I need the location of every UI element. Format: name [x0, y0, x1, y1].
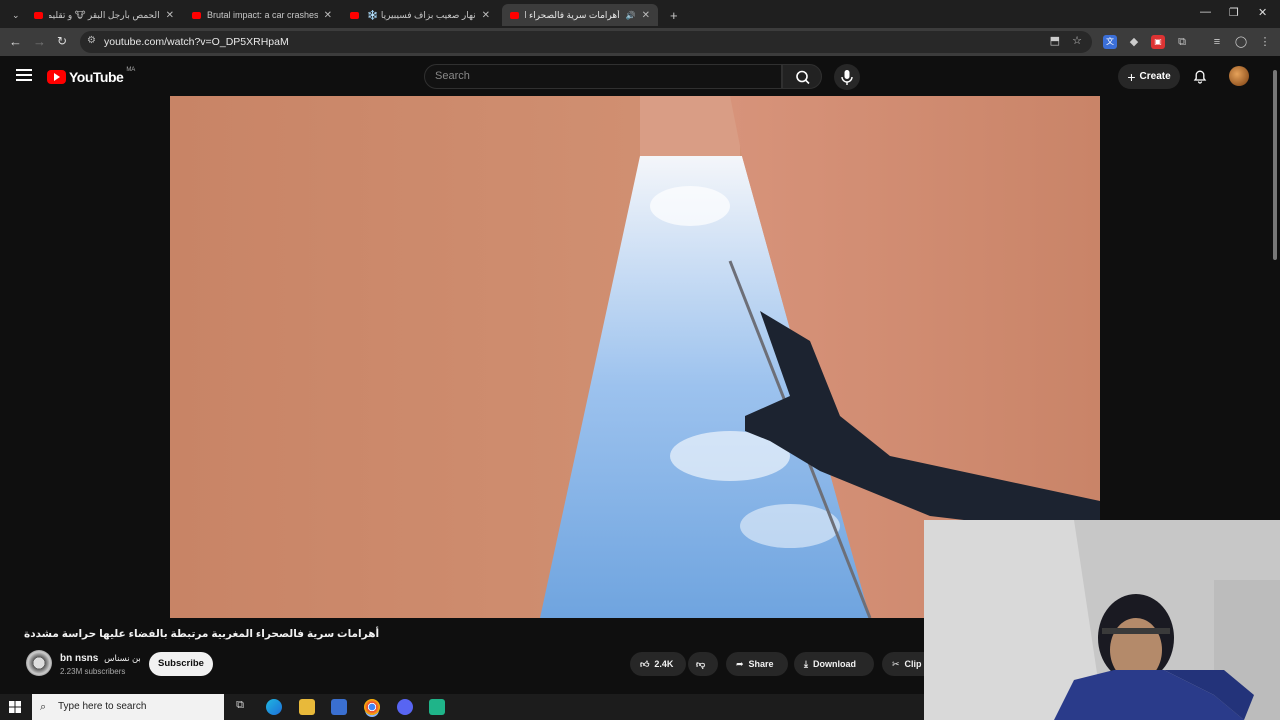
search-icon — [796, 70, 810, 85]
audio-playing-icon[interactable]: 🔊 — [626, 11, 636, 20]
search-input[interactable]: Search — [424, 64, 782, 89]
media-control-icon[interactable]: ≡ — [1210, 35, 1224, 49]
channel-avatar[interactable] — [26, 650, 52, 676]
youtube-play-logo-icon — [47, 70, 66, 84]
restore-icon[interactable]: ❐ — [1229, 6, 1239, 19]
browser-tab-active[interactable]: أهرامات سرية فالصحراء المغ... 🔊 ✕ — [502, 4, 658, 26]
download-button[interactable]: ⤓ Download — [794, 652, 874, 676]
close-tab-icon[interactable]: ✕ — [642, 10, 650, 21]
browser-toolbar: ← → ↻ ⚙ youtube.com/watch?v=O_DP5XRHpaM … — [0, 28, 1280, 56]
like-button[interactable]: 👍︎ 2.4K — [630, 652, 686, 676]
thumbs-down-icon: 👎︎ — [696, 658, 706, 669]
scissors-icon: ✂ — [892, 658, 900, 669]
tab-title: أهرامات سرية فالصحراء المغ... — [525, 9, 620, 20]
windows-taskbar: ⌕ Type here to search ⧉ — [0, 694, 924, 720]
extension-diamond-icon[interactable]: ◆ — [1127, 35, 1141, 49]
clip-label: Clip — [904, 659, 922, 669]
voice-search-button[interactable] — [834, 64, 860, 90]
close-tab-icon[interactable]: ✕ — [166, 10, 174, 21]
user-avatar[interactable] — [1229, 66, 1249, 86]
search-placeholder: Search — [435, 70, 470, 82]
close-tab-icon[interactable]: ✕ — [324, 10, 332, 21]
youtube-header: YouTube MA Search + Create — [0, 56, 1280, 96]
translate-extension-icon[interactable]: 文 — [1103, 35, 1117, 49]
browser-tab[interactable]: الحمص بأرجل البقر 🐮 و تقليم أ... ✕ — [26, 4, 182, 26]
browser-tab-bar: ⌄ الحمص بأرجل البقر 🐮 و تقليم أ... ✕ Bru… — [0, 0, 1280, 28]
browser-menu-icon[interactable]: ⋮ — [1258, 35, 1272, 49]
back-arrow-icon[interactable]: ← — [9, 34, 22, 49]
youtube-logo[interactable]: YouTube MA — [47, 67, 136, 85]
thumbs-up-icon: 👍︎ — [640, 658, 650, 669]
url-text: youtube.com/watch?v=O_DP5XRHpaM — [104, 36, 289, 48]
tab-title: Brutal impact: a car crashes — [207, 10, 318, 20]
share-label: Share — [748, 659, 774, 669]
hamburger-menu-icon[interactable] — [16, 69, 32, 81]
install-app-icon[interactable]: ⬒ — [1050, 34, 1060, 47]
browser-tab[interactable]: نهار صعيب بزاف فسيبيريا ❄️ جلد... ✕ — [342, 4, 498, 26]
dislike-button[interactable]: 👎︎ — [688, 652, 718, 676]
reload-icon[interactable]: ↻ — [57, 34, 67, 48]
video-title: أهرامات سرية فالصحراء المغربية مرتبطة با… — [24, 628, 380, 640]
tab-title: الحمص بأرجل البقر 🐮 و تقليم أ... — [49, 9, 160, 20]
search-button[interactable] — [782, 64, 822, 89]
app-icon[interactable] — [429, 699, 445, 715]
edge-browser-icon[interactable] — [266, 699, 282, 715]
extension-red-icon[interactable]: ▣ — [1151, 35, 1165, 49]
magnifier-icon: ⌕ — [40, 701, 47, 713]
tab-search-button[interactable]: ⌄ — [4, 4, 24, 26]
share-button[interactable]: ➦ Share — [726, 652, 788, 676]
task-view-icon[interactable]: ⧉ — [232, 699, 248, 715]
create-label: Create — [1139, 71, 1171, 82]
address-bar[interactable]: ⚙ youtube.com/watch?v=O_DP5XRHpaM ⬒ ☆ — [80, 31, 1092, 53]
chrome-browser-icon[interactable] — [364, 699, 380, 715]
close-window-icon[interactable]: ✕ — [1258, 6, 1267, 19]
channel-name-arabic: بن نسناس — [104, 653, 141, 663]
share-arrow-icon: ➦ — [736, 658, 744, 669]
extensions-puzzle-icon[interactable]: ⧉ — [1175, 35, 1189, 49]
page-scrollbar[interactable] — [1273, 70, 1277, 260]
tab-title: نهار صعيب بزاف فسيبيريا ❄️ جلد... — [365, 9, 476, 20]
like-count: 2.4K — [654, 659, 674, 669]
youtube-favicon-icon — [34, 11, 43, 19]
browser-tab[interactable]: Brutal impact: a car crashes ✕ — [184, 4, 340, 26]
close-tab-icon[interactable]: ✕ — [482, 10, 490, 21]
plus-icon: + — [1127, 68, 1136, 85]
youtube-favicon-icon — [192, 11, 201, 19]
channel-name[interactable]: bn nsns بن نسناس — [60, 653, 141, 664]
microphone-icon — [841, 70, 853, 85]
download-label: Download — [812, 659, 856, 669]
create-button[interactable]: + Create — [1118, 64, 1180, 89]
webcam-feed — [924, 520, 1280, 720]
windows-start-icon[interactable] — [9, 701, 21, 713]
new-tab-button[interactable]: + — [662, 4, 682, 26]
youtube-favicon-icon — [510, 11, 519, 19]
taskbar-search-placeholder: Type here to search — [58, 701, 147, 712]
site-info-icon[interactable]: ⚙ — [87, 35, 96, 46]
forward-arrow-icon[interactable]: → — [33, 34, 46, 49]
subscribe-button[interactable]: Subscribe — [149, 652, 213, 676]
webcam-overlay — [924, 520, 1280, 720]
youtube-wordmark: YouTube — [69, 69, 124, 85]
youtube-favicon-icon — [350, 11, 359, 19]
bookmark-star-icon[interactable]: ☆ — [1072, 34, 1082, 47]
clip-button[interactable]: ✂ Clip — [882, 652, 924, 676]
download-icon: ⤓ — [804, 658, 808, 669]
subscriber-count: 2.23M subscribers — [60, 667, 126, 676]
discord-icon[interactable] — [397, 699, 413, 715]
channel-name-latin: bn nsns — [60, 653, 99, 664]
taskbar-search-input[interactable]: ⌕ Type here to search — [32, 694, 224, 720]
country-code: MA — [126, 67, 136, 73]
microsoft-store-icon[interactable] — [331, 699, 347, 715]
minimize-icon[interactable]: — — [1200, 6, 1211, 18]
notifications-bell-icon[interactable] — [1192, 68, 1208, 84]
profile-icon[interactable]: ◯ — [1234, 35, 1248, 49]
file-explorer-icon[interactable] — [299, 699, 315, 715]
